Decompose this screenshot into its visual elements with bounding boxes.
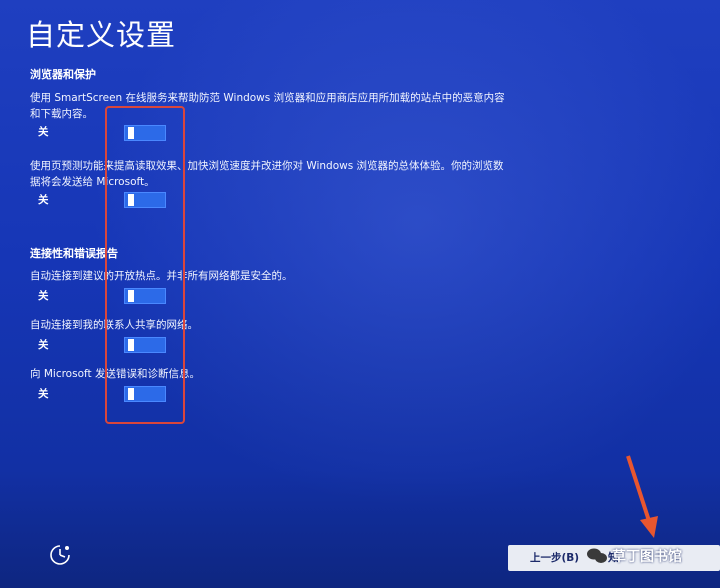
pointer-arrow xyxy=(626,455,658,538)
toggle-highlight-box xyxy=(105,106,185,424)
setting-contacts-network-state: 关 xyxy=(38,339,49,351)
setting-hotspot-state: 关 xyxy=(38,290,49,302)
setting-error-report-state: 关 xyxy=(38,388,49,400)
section-heading-browser: 浏览器和保护 xyxy=(30,68,96,81)
setting-smartscreen-state: 关 xyxy=(38,126,49,138)
setting-smartscreen-line1: 使用 SmartScreen 在线服务来帮助防范 Windows 浏览器和应用商… xyxy=(30,92,505,104)
page-title: 自定义设置 xyxy=(26,18,177,52)
ease-of-access-icon[interactable] xyxy=(48,543,72,567)
back-button[interactable]: 上一步(B) xyxy=(530,550,579,565)
setting-page-prediction-state: 关 xyxy=(38,194,49,206)
